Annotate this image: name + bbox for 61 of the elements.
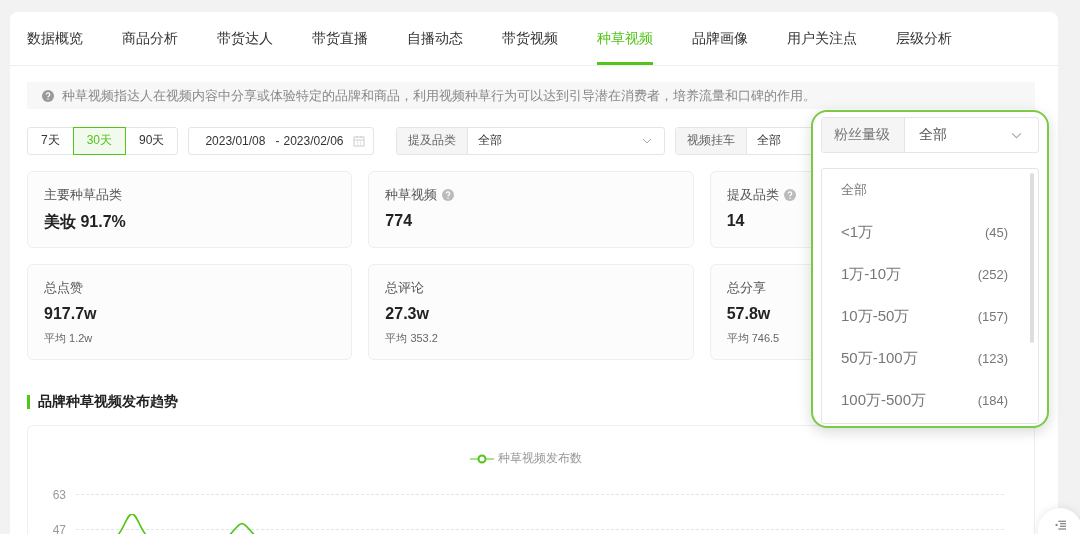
help-icon[interactable] (783, 189, 796, 201)
help-icon[interactable] (442, 189, 455, 201)
dropdown-option[interactable]: <1万 (45) (841, 211, 1008, 253)
option-label: 50万-100万 (841, 348, 918, 368)
tab[interactable]: 自播动态 (407, 30, 463, 65)
tab[interactable]: 带货直播 (312, 30, 368, 65)
stat-value: 14 (726, 212, 745, 230)
stat-title: 总评论 (385, 279, 425, 297)
help-icon (42, 89, 54, 102)
option-label: 1万-10万 (841, 264, 902, 284)
option-count: (123) (977, 350, 1008, 366)
period-button[interactable]: 90天 (125, 126, 179, 155)
stat-title: 提及品类 (726, 186, 779, 204)
tab[interactable]: 带货达人 (217, 30, 273, 65)
axis-tick-label: 47 (51, 522, 66, 534)
stat-value: 774 (385, 212, 413, 230)
option-count: (252) (977, 266, 1008, 282)
stat-title: 总点赞 (44, 279, 83, 297)
option-count: (184) (977, 392, 1008, 408)
dropdown-option[interactable]: 50万-100万 (123) (841, 337, 1008, 379)
outdent-icon (1054, 520, 1066, 531)
option-count: (45) (984, 224, 1008, 240)
accent-bar (27, 395, 30, 409)
legend-line-icon (470, 453, 494, 464)
tab[interactable]: 用户关注点 (787, 30, 857, 65)
stat-title: 主要种草品类 (44, 186, 122, 204)
chevron-down-icon (642, 137, 653, 144)
axis-tick-label: 63 (51, 487, 66, 502)
section-title: 品牌种草视频发布趋势 (38, 393, 178, 411)
stat-value: 57.8w (726, 305, 771, 323)
stat-average: 平均 353.2 (385, 331, 438, 346)
option-count: (157) (977, 308, 1008, 324)
stat-title: 总分享 (726, 279, 766, 297)
info-text: 种草视频指达人在视频内容中分享或体验特定的品牌和商品，利用视频种草行为可以达到引导潜在消费者，培养流量和口碑的作用。 (62, 86, 816, 105)
tab[interactable]: 数据概览 (27, 30, 83, 65)
stat-value: 27.3w (385, 305, 429, 323)
stat-average: 平均 746.5 (726, 331, 780, 346)
stat-title: 种草视频 (385, 186, 438, 204)
stat-value: 美妆 91.7% (44, 212, 126, 232)
option-label: <1万 (841, 222, 874, 242)
period-button[interactable]: 7天 (27, 126, 74, 155)
stat-value: 917.7w (44, 305, 97, 323)
scrollbar[interactable] (1030, 173, 1034, 343)
chevron-down-icon (1011, 131, 1022, 139)
legend-label: 种草视频发布数 (498, 450, 582, 467)
tab[interactable]: 商品分析 (122, 30, 178, 65)
dropdown-option[interactable]: 100万-500万 (184) (841, 379, 1008, 421)
option-label: 全部 (841, 181, 867, 199)
calendar-icon (353, 134, 366, 147)
tab[interactable]: 带货视频 (502, 30, 558, 65)
tab[interactable]: 层级分析 (896, 30, 952, 65)
option-label: 100万-500万 (841, 390, 927, 410)
stat-average: 平均 1.2w (44, 331, 93, 346)
select-field[interactable]: 提及品类 全部 (396, 126, 666, 155)
option-label: 10万-50万 (841, 306, 910, 326)
dropdown-option[interactable]: 全部 (841, 169, 1008, 211)
date-range-field[interactable]: 2023/01/08 - 2023/02/06 (188, 126, 375, 155)
tab[interactable]: 品牌画像 (692, 30, 748, 65)
dropdown-option[interactable]: 1万-10万 (252) (841, 253, 1008, 295)
select-field[interactable]: 粉丝量级 全部 (821, 117, 1039, 153)
dropdown-option[interactable]: 10万-50万 (157) (841, 295, 1008, 337)
